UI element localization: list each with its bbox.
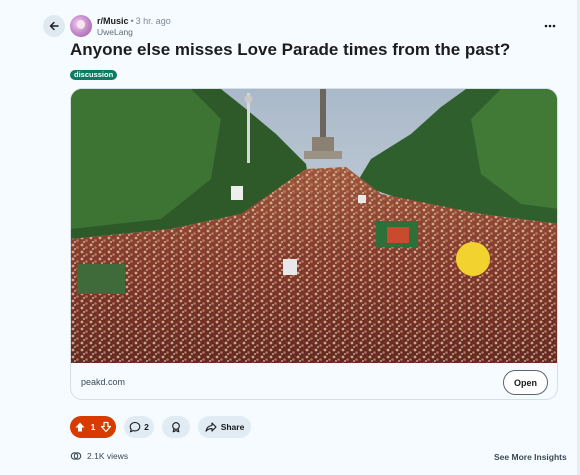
back-arrow-icon xyxy=(49,21,59,31)
award-icon xyxy=(172,422,180,433)
post-flair[interactable]: discussion xyxy=(70,70,118,80)
author-link[interactable]: UweLang xyxy=(97,27,171,38)
link-preview-card[interactable]: peakd.com Open xyxy=(70,88,558,400)
comment-count: 2 xyxy=(144,422,149,432)
post-meta: r/Music • 3 hr. ago UweLang xyxy=(97,16,171,38)
share-icon xyxy=(205,422,217,432)
comment-icon xyxy=(129,421,141,433)
views-label: 2.1K views xyxy=(87,451,129,461)
meta-separator: • xyxy=(130,16,134,26)
link-domain: peakd.com xyxy=(81,377,126,387)
views-icon xyxy=(70,452,82,460)
views-count: 2.1K views xyxy=(70,450,128,462)
comments-button[interactable]: 2 xyxy=(124,416,154,438)
downvote-icon[interactable] xyxy=(100,421,112,433)
see-more-insights-link[interactable]: See More Insights xyxy=(494,452,567,462)
share-label: Share xyxy=(220,422,245,432)
post-actions: 1 2 Share xyxy=(70,416,251,438)
award-button[interactable] xyxy=(162,416,190,438)
back-button[interactable] xyxy=(43,15,65,37)
subreddit-link[interactable]: r/Music xyxy=(97,16,129,26)
post-title: Anyone else misses Love Parade times fro… xyxy=(70,40,511,59)
more-options-button[interactable] xyxy=(540,16,560,36)
post-time: 3 hr. ago xyxy=(135,16,171,26)
more-options-icon xyxy=(544,24,556,28)
subreddit-avatar[interactable] xyxy=(70,15,92,37)
upvote-icon[interactable] xyxy=(74,421,86,433)
share-button[interactable]: Share xyxy=(198,416,251,438)
preview-image[interactable] xyxy=(71,89,558,363)
vote-control: 1 xyxy=(70,416,116,438)
open-link-button[interactable]: Open xyxy=(503,370,548,395)
vote-count: 1 xyxy=(90,422,96,432)
